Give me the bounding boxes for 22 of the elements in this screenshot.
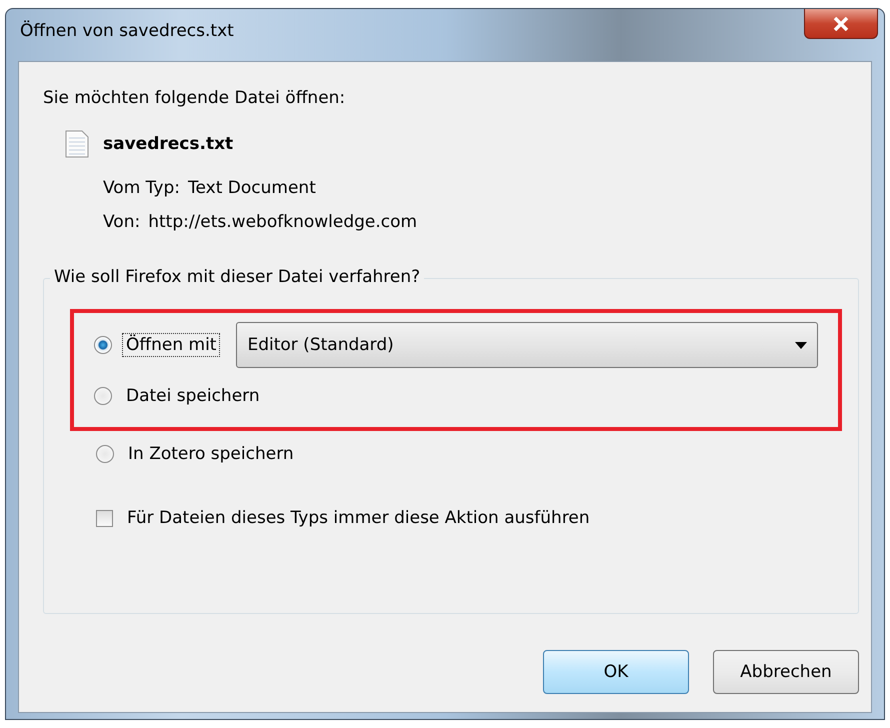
- checkbox[interactable]: [96, 510, 113, 526]
- checkbox-label[interactable]: Für Dateien dieses Typs immer diese Aktion ausführen: [123, 506, 594, 530]
- document-icon: [65, 130, 89, 158]
- close-button[interactable]: [804, 9, 878, 39]
- type-value: Text Document: [188, 178, 316, 198]
- prompt-text: Sie möchten folgende Datei öffnen:: [43, 88, 346, 108]
- radio-label[interactable]: Öffnen mit: [122, 333, 220, 357]
- file-name: savedrecs.txt: [103, 134, 234, 154]
- source-label: Von:: [103, 212, 140, 232]
- dialog-button[interactable]: Abbrechen: [713, 650, 859, 694]
- radio-button[interactable]: [96, 445, 114, 463]
- close-icon: [833, 16, 849, 30]
- radio-label[interactable]: Datei speichern: [122, 384, 264, 408]
- dialog-button[interactable]: OK: [543, 650, 689, 694]
- window-title: Öffnen von savedrecs.txt: [20, 21, 234, 41]
- app-dropdown[interactable]: Editor (Standard): [236, 322, 818, 368]
- radio-button[interactable]: [94, 336, 112, 354]
- source-url: http://ets.webofknowledge.com: [148, 212, 418, 232]
- radio-button[interactable]: [94, 387, 112, 405]
- type-label: Vom Typ:: [103, 178, 180, 198]
- caret-icon: [795, 342, 807, 348]
- radio-label[interactable]: In Zotero speichern: [124, 442, 298, 466]
